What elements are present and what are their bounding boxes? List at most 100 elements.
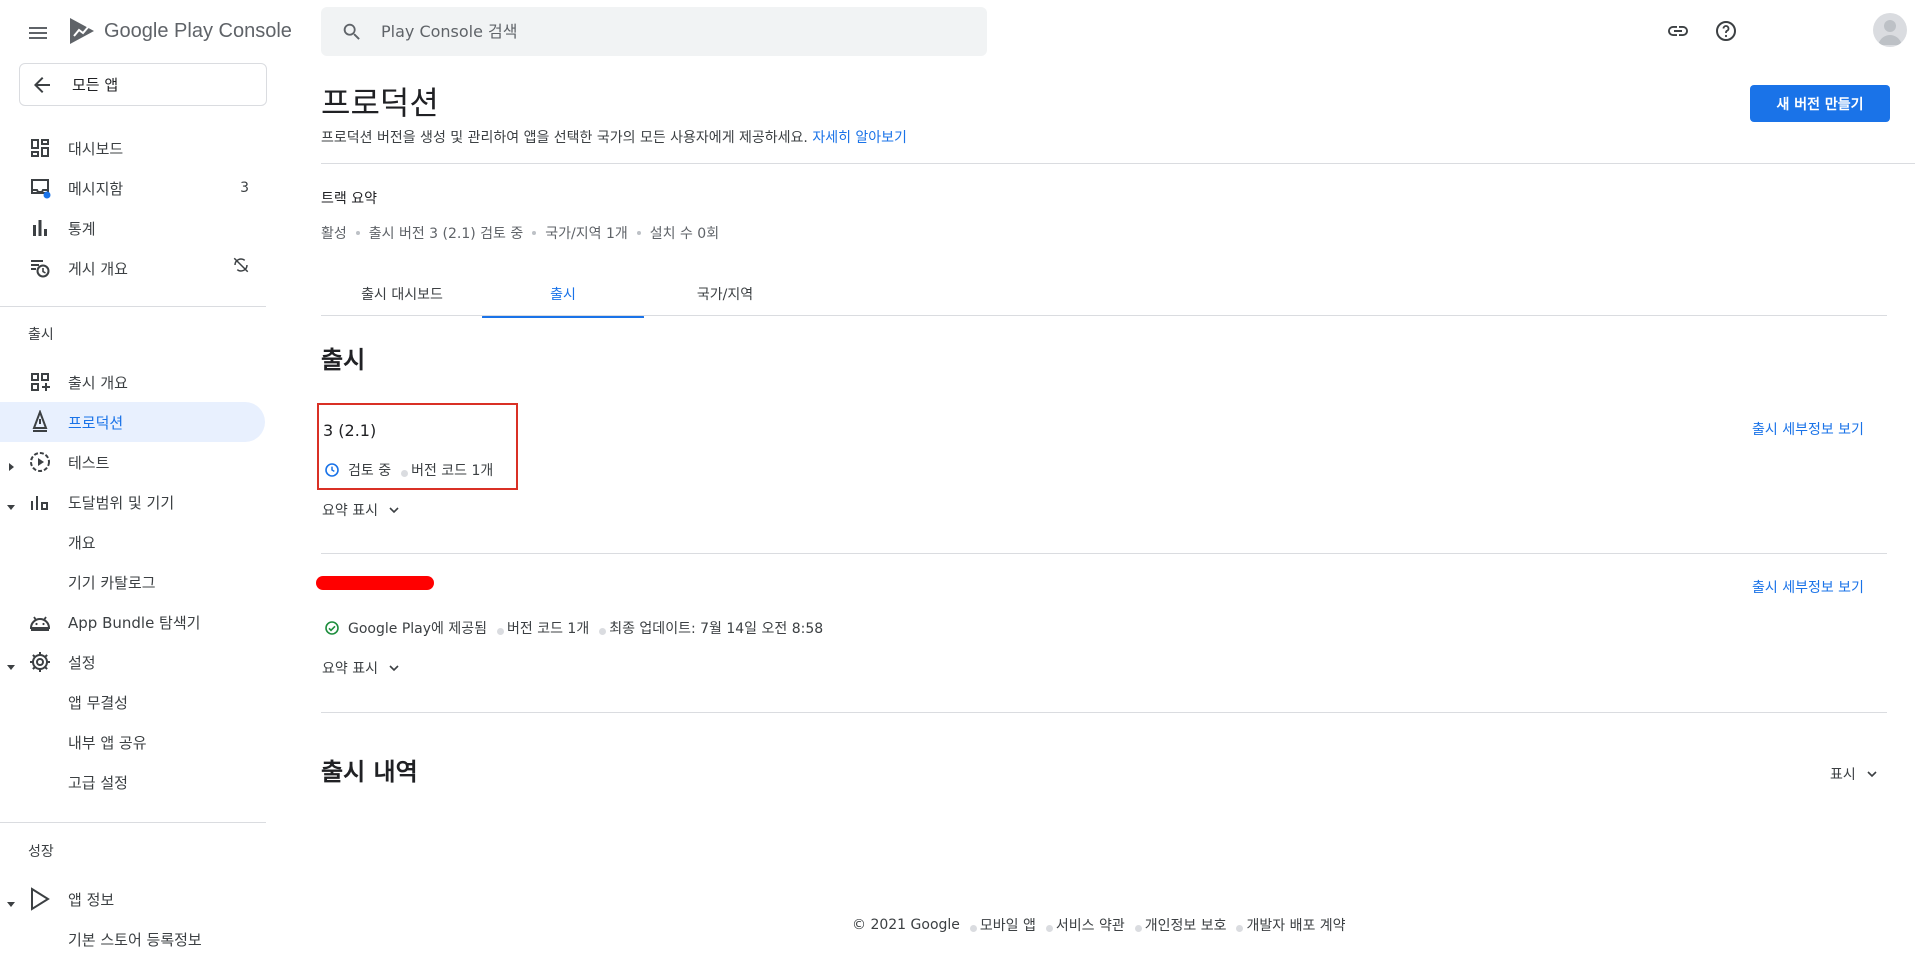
search-bar[interactable] bbox=[321, 7, 987, 56]
sidebar-item-device-catalog[interactable]: 기기 카탈로그 bbox=[0, 562, 265, 602]
release-history-title: 출시 내역 bbox=[321, 758, 418, 786]
sidebar-item-label: 게시 개요 bbox=[68, 259, 128, 278]
play-console-logo-icon bbox=[68, 16, 96, 46]
sidebar-item-testing[interactable]: 테스트 bbox=[0, 442, 265, 482]
hamburger-menu-icon[interactable] bbox=[26, 21, 50, 45]
show-release-history-toggle[interactable]: 표시 bbox=[1830, 764, 1880, 784]
caret-down-icon[interactable] bbox=[6, 497, 16, 510]
sidebar-item-reach-and-devices[interactable]: 도달범위 및 기기 bbox=[0, 482, 265, 522]
chevron-down-icon bbox=[386, 660, 402, 676]
footer-link-mobile-app[interactable]: 모바일 앱 bbox=[980, 915, 1036, 935]
inbox-icon bbox=[28, 176, 52, 200]
footer: © 2021 Google 모바일 앱 서비스 약관 개인정보 보호 개발자 배… bbox=[852, 915, 1346, 935]
help-icon[interactable] bbox=[1714, 19, 1738, 43]
separator-dot bbox=[599, 627, 607, 635]
all-apps-button[interactable]: 모든 앱 bbox=[19, 63, 267, 106]
sidebar-item-store-presence[interactable]: 앱 정보 bbox=[0, 879, 265, 919]
sidebar-item-advanced-settings[interactable]: 고급 설정 bbox=[0, 762, 265, 802]
release-status: Google Play에 제공됨 bbox=[348, 621, 487, 637]
search-icon bbox=[341, 21, 363, 43]
separator-dot bbox=[355, 231, 360, 235]
view-release-details-link[interactable]: 출시 세부정보 보기 bbox=[1752, 577, 1864, 597]
sidebar-item-statistics[interactable]: 통계 bbox=[0, 208, 265, 248]
sidebar-item-label: 개요 bbox=[68, 533, 96, 552]
sidebar-item-label: 도달범위 및 기기 bbox=[68, 493, 175, 512]
chevron-down-icon bbox=[1864, 766, 1880, 782]
sidebar-divider bbox=[0, 306, 266, 307]
sidebar-item-label: 메시지함 bbox=[68, 179, 124, 198]
caret-right-icon[interactable] bbox=[6, 457, 16, 471]
sidebar-item-release-overview[interactable]: 출시 개요 bbox=[0, 362, 265, 402]
separator-dot bbox=[1134, 924, 1142, 932]
learn-more-link[interactable]: 자세히 알아보기 bbox=[812, 130, 907, 146]
copyright: © 2021 Google bbox=[852, 917, 960, 933]
show-summary-toggle[interactable]: 요약 표시 bbox=[322, 658, 402, 678]
sidebar-item-main-store-listing[interactable]: 기본 스토어 등록정보 bbox=[0, 919, 265, 959]
sidebar-item-reach-overview[interactable]: 개요 bbox=[0, 522, 265, 562]
footer-link-terms[interactable]: 서비스 약관 bbox=[1056, 915, 1125, 935]
sidebar-item-label: 내부 앱 공유 bbox=[68, 733, 147, 752]
separator-dot bbox=[497, 627, 504, 635]
footer-link-developer-agreement[interactable]: 개발자 배포 계약 bbox=[1246, 915, 1345, 935]
separator-dot bbox=[1236, 924, 1244, 932]
sidebar-item-inbox[interactable]: 메시지함 3 bbox=[0, 168, 265, 208]
sidebar-item-label: 통계 bbox=[68, 219, 96, 238]
sidebar-item-label: 고급 설정 bbox=[68, 773, 128, 792]
sidebar-item-app-bundle-explorer[interactable]: App Bundle 탐색기 bbox=[0, 602, 265, 642]
separator-dot bbox=[532, 231, 537, 235]
sidebar-divider bbox=[0, 822, 266, 823]
release-divider bbox=[321, 553, 1887, 554]
sync-disabled-icon bbox=[232, 256, 256, 280]
link-icon[interactable] bbox=[1666, 19, 1690, 43]
reach-icon bbox=[28, 490, 52, 514]
arrow-back-icon bbox=[30, 73, 54, 97]
separator-dot bbox=[969, 924, 977, 932]
show-summary-label: 요약 표시 bbox=[322, 661, 378, 677]
highlight-box bbox=[317, 403, 518, 490]
logo-text: Google Play Console bbox=[104, 19, 292, 42]
tab-release-dashboard[interactable]: 출시 대시보드 bbox=[321, 280, 483, 318]
sidebar-item-publishing-overview[interactable]: 게시 개요 bbox=[0, 248, 265, 288]
sidebar-item-label: 출시 개요 bbox=[68, 373, 128, 392]
tabs-divider bbox=[321, 315, 1887, 316]
track-installs: 설치 수 0회 bbox=[649, 226, 720, 242]
tab-releases[interactable]: 출시 bbox=[482, 280, 644, 318]
search-input[interactable] bbox=[381, 22, 941, 41]
view-release-details-link[interactable]: 출시 세부정보 보기 bbox=[1752, 419, 1864, 439]
show-label: 표시 bbox=[1830, 767, 1856, 783]
footer-link-privacy[interactable]: 개인정보 보호 bbox=[1145, 915, 1227, 935]
sidebar-item-app-integrity[interactable]: 앱 무결성 bbox=[0, 682, 265, 722]
sidebar-item-internal-app-sharing[interactable]: 내부 앱 공유 bbox=[0, 722, 265, 762]
page-description: 프로덕션 버전을 생성 및 관리하여 앱을 선택한 국가의 모든 사용자에게 제… bbox=[321, 127, 907, 147]
bar-chart-icon bbox=[28, 216, 52, 240]
show-summary-toggle[interactable]: 요약 표시 bbox=[322, 500, 402, 520]
page-title: 프로덕션 bbox=[321, 84, 439, 122]
check-circle-icon bbox=[324, 620, 340, 636]
android-icon bbox=[28, 610, 52, 634]
sidebar-item-label: 테스트 bbox=[68, 453, 110, 472]
play-console-logo[interactable]: Google Play Console bbox=[68, 16, 292, 46]
caret-down-icon[interactable] bbox=[6, 894, 16, 907]
redacted-release-name bbox=[316, 576, 434, 590]
gear-icon bbox=[28, 650, 52, 674]
release-divider bbox=[321, 712, 1887, 713]
section-heading-release: 출시 bbox=[28, 327, 54, 343]
release-last-updated: 최종 업데이트: 7월 14일 오전 8:58 bbox=[609, 621, 824, 637]
sidebar-item-production[interactable]: 프로덕션 bbox=[0, 402, 265, 442]
play-circle-icon bbox=[28, 450, 52, 474]
history-icon bbox=[28, 256, 52, 280]
track-countries: 국가/지역 1개 bbox=[545, 226, 628, 242]
tab-countries-regions[interactable]: 국가/지역 bbox=[644, 280, 806, 318]
sidebar-item-setup[interactable]: 설정 bbox=[0, 642, 265, 682]
track-summary: 활성 출시 버전 3 (2.1) 검토 중 국가/지역 1개 설치 수 0회 bbox=[321, 223, 719, 243]
show-summary-label: 요약 표시 bbox=[322, 503, 378, 519]
sidebar-item-label: 기기 카탈로그 bbox=[68, 573, 156, 592]
header-divider bbox=[321, 163, 1915, 164]
create-new-release-button[interactable]: 새 버전 만들기 bbox=[1750, 85, 1890, 122]
release-status-row: Google Play에 제공됨 버전 코드 1개 최종 업데이트: 7월 14… bbox=[324, 618, 823, 638]
sidebar-item-dashboard[interactable]: 대시보드 bbox=[0, 128, 265, 168]
sidebar-item-label: 앱 정보 bbox=[68, 890, 115, 909]
sidebar-item-label: 프로덕션 bbox=[68, 413, 124, 432]
account-avatar[interactable] bbox=[1873, 13, 1907, 47]
caret-down-icon[interactable] bbox=[6, 657, 16, 670]
